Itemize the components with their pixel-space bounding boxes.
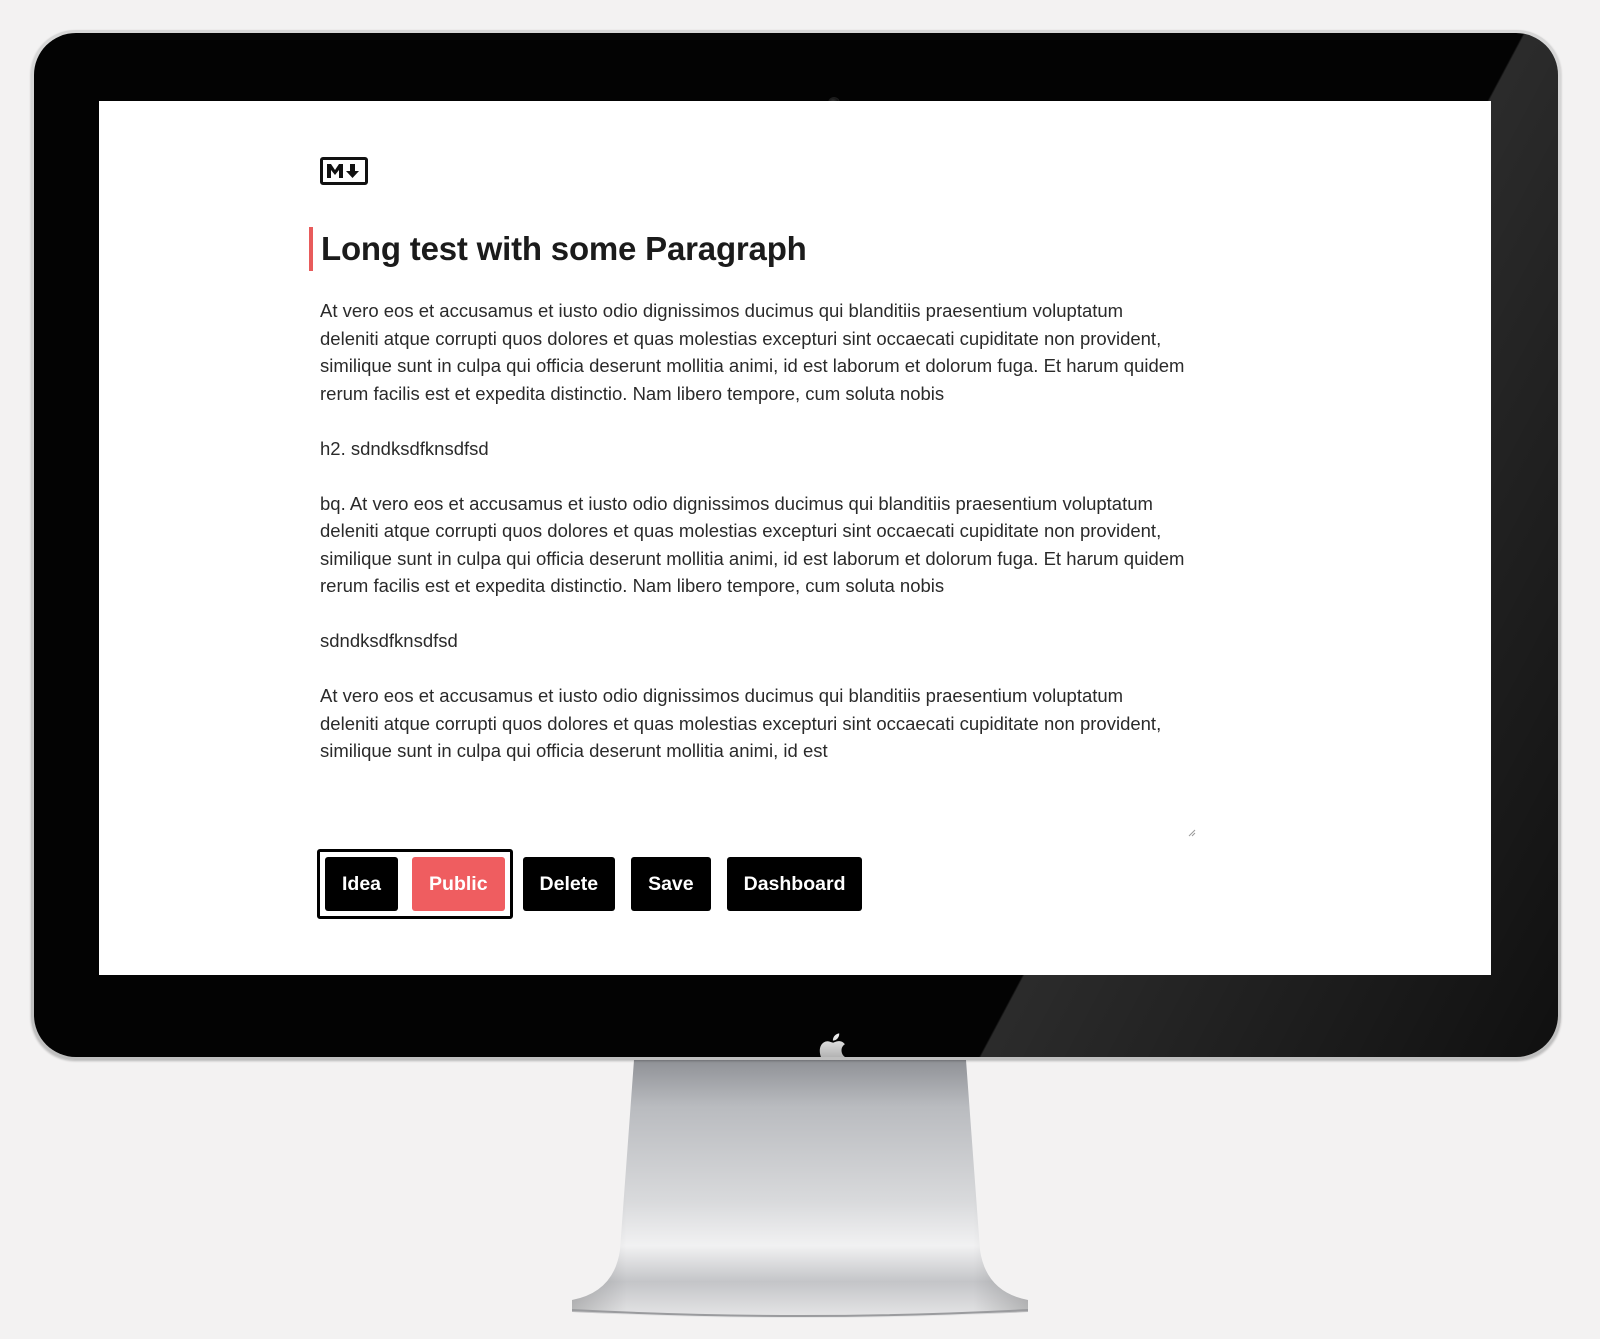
visibility-toggle[interactable]: Idea Public (317, 849, 513, 919)
idea-button[interactable]: Idea (325, 857, 399, 911)
action-toolbar: Idea Public Delete Save Dashboard (317, 849, 878, 919)
paragraph: At vero eos et accusamus et iusto odio d… (320, 685, 1167, 761)
markdown-editor-textarea[interactable]: At vero eos et accusamus et iusto odio d… (320, 297, 1185, 837)
paragraph: bq. At vero eos et accusamus et iusto od… (320, 492, 1185, 597)
scene: Long test with some Paragraph At vero eo… (0, 0, 1600, 1339)
title-accent-bar (309, 227, 313, 271)
paragraph: At vero eos et accusamus et iusto odio d… (320, 300, 1185, 404)
monitor-stand (572, 1060, 1028, 1318)
save-button[interactable]: Save (631, 857, 711, 911)
public-button[interactable]: Public (412, 857, 505, 911)
page-title[interactable]: Long test with some Paragraph (321, 230, 807, 268)
resize-grip-icon[interactable] (1186, 827, 1196, 837)
screen: Long test with some Paragraph At vero eo… (99, 101, 1491, 975)
apple-logo-icon (819, 1033, 846, 1057)
markdown-icon[interactable] (320, 157, 368, 185)
dashboard-button[interactable]: Dashboard (726, 857, 863, 911)
title-block: Long test with some Paragraph (309, 227, 807, 271)
paragraph: h2. sdndksdfknsdfsd (320, 437, 489, 459)
delete-button[interactable]: Delete (522, 857, 616, 911)
paragraph: sdndksdfknsdfsd (320, 630, 458, 651)
